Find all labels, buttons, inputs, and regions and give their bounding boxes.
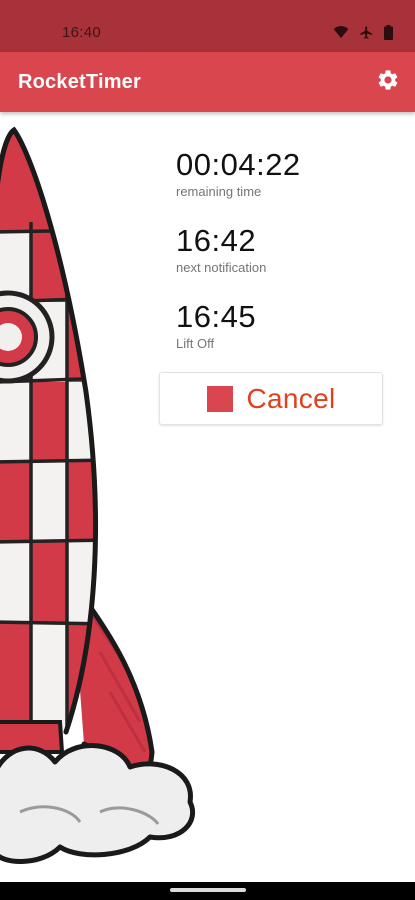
app-bar: RocketTimer (0, 52, 415, 112)
lift-off-value: 16:45 (176, 299, 257, 334)
lift-off-block: 16:45 Lift Off (176, 299, 257, 352)
next-notification-value: 16:42 (176, 223, 257, 258)
lift-off-label: Lift Off (176, 336, 215, 351)
status-bar: 16:40 (0, 0, 415, 52)
screen: 16:40 RocketTimer 00:04:22 remaining tim… (0, 0, 415, 900)
timer-content: 00:04:22 remaining time 16:42 next notif… (0, 112, 415, 882)
gear-icon (376, 68, 400, 97)
cancel-button[interactable]: Cancel (159, 372, 383, 425)
next-notification-block: 16:42 next notification (176, 223, 267, 276)
home-gesture-handle[interactable] (170, 888, 246, 892)
status-icons (333, 24, 393, 40)
status-time: 16:40 (62, 24, 102, 41)
remaining-time-block: 00:04:22 remaining time (176, 147, 301, 200)
app-title: RocketTimer (18, 71, 141, 93)
next-notification-label: next notification (176, 260, 267, 275)
wifi-icon (333, 25, 349, 39)
remaining-time-label: remaining time (176, 184, 262, 199)
battery-icon (384, 24, 393, 40)
navigation-bar (0, 882, 415, 900)
airplane-icon (359, 25, 374, 40)
settings-button[interactable] (375, 69, 401, 95)
remaining-time-value: 00:04:22 (176, 147, 301, 182)
stop-icon (206, 385, 233, 412)
cancel-button-label: Cancel (246, 382, 336, 414)
